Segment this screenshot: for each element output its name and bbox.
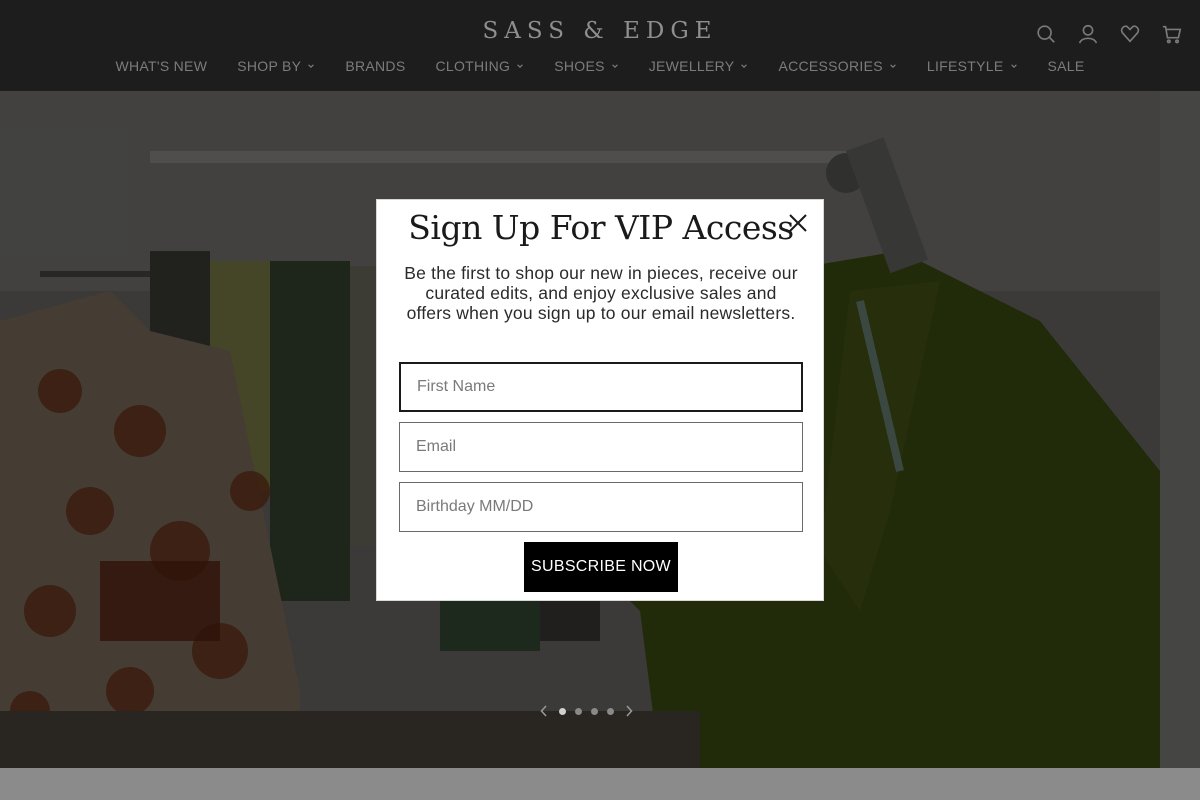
hero-carousel-controls [538, 703, 635, 719]
modal-description: Be the first to shop our new in pieces, … [404, 263, 798, 323]
account-icon[interactable] [1076, 20, 1100, 48]
cart-icon[interactable] [1160, 20, 1184, 48]
subscribe-button[interactable]: SUBSCRIBE NOW [524, 542, 678, 592]
nav-item-label: SALE [1047, 58, 1085, 74]
vip-signup-modal: Sign Up For VIP Access Be the first to s… [376, 199, 824, 601]
chevron-down-icon [890, 64, 896, 68]
modal-title: Sign Up For VIP Access [408, 208, 794, 247]
chevron-down-icon [517, 64, 524, 68]
nav-item-label: SHOP BY [237, 58, 302, 74]
carousel-prev-icon[interactable] [538, 703, 550, 719]
chevron-down-icon [308, 64, 315, 68]
nav-item-shoes[interactable]: SHOES [539, 58, 634, 74]
carousel-dot-4[interactable] [607, 707, 614, 715]
site-header: SASS & EDGE WHAT'S NEW SHOP BY BRANDS CL… [0, 0, 1200, 91]
carousel-dot-2[interactable] [575, 707, 582, 715]
nav-item-label: ACCESSORIES [778, 58, 883, 74]
nav-item-accessories[interactable]: ACCESSORIES [763, 58, 911, 74]
page-footer-band [0, 768, 1200, 800]
birthday-field[interactable] [399, 482, 803, 532]
brand-logo[interactable]: SASS & EDGE [0, 18, 1200, 44]
chevron-down-icon [611, 64, 618, 68]
carousel-dot-1[interactable] [559, 707, 566, 715]
nav-item-label: WHAT'S NEW [115, 58, 208, 74]
nav-item-brands[interactable]: BRANDS [330, 58, 420, 74]
first-name-field[interactable] [399, 362, 803, 412]
nav-item-label: LIFESTYLE [926, 58, 1004, 74]
nav-item-whats-new[interactable]: WHAT'S NEW [100, 58, 222, 74]
nav-item-label: JEWELLERY [648, 58, 735, 74]
nav-item-label: CLOTHING [435, 58, 511, 74]
chevron-down-icon [741, 64, 748, 68]
chevron-down-icon [1010, 64, 1017, 68]
nav-item-lifestyle[interactable]: LIFESTYLE [912, 58, 1033, 74]
search-icon[interactable] [1034, 20, 1058, 48]
close-icon[interactable] [787, 212, 809, 234]
wishlist-icon[interactable] [1118, 20, 1142, 48]
nav-item-jewellery[interactable]: JEWELLERY [634, 58, 764, 74]
email-field[interactable] [399, 422, 803, 472]
header-icons [1034, 20, 1184, 48]
nav-item-label: SHOES [554, 58, 605, 74]
nav-item-shop-by[interactable]: SHOP BY [222, 58, 330, 74]
nav-item-clothing[interactable]: CLOTHING [420, 58, 539, 74]
main-nav: WHAT'S NEW SHOP BY BRANDS CLOTHING SHOES… [0, 58, 1200, 74]
nav-item-label: BRANDS [345, 58, 406, 74]
carousel-next-icon[interactable] [623, 703, 635, 719]
carousel-dot-3[interactable] [591, 707, 598, 715]
nav-item-sale[interactable]: SALE [1033, 58, 1100, 74]
